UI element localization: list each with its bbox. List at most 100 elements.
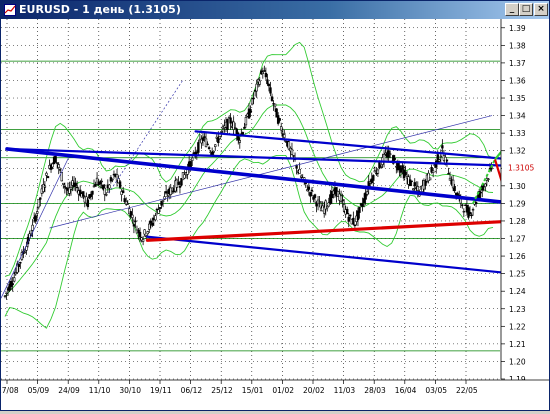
- title-bar[interactable]: EURUSD - 1 день (1.3105) _ □ ×: [1, 1, 549, 19]
- candle-body: [358, 206, 361, 213]
- price-axis-label: 1.26: [509, 252, 526, 261]
- candle-body: [365, 191, 369, 195]
- candle-body: [413, 182, 416, 187]
- candle-body: [266, 79, 269, 85]
- candle-body: [148, 223, 151, 230]
- candle-body: [283, 134, 286, 138]
- candle-body: [164, 191, 168, 194]
- candle-body: [439, 155, 443, 158]
- candle-body: [401, 165, 404, 170]
- candle-body: [292, 155, 295, 157]
- candle-body: [14, 272, 17, 275]
- candle-body: [487, 178, 490, 180]
- candle-body: [470, 214, 473, 217]
- chart-area[interactable]: +4%+2%-2%-4%1.391.381.371.361.351.341.33…: [0, 19, 550, 410]
- candle-body: [118, 181, 122, 188]
- candle-body: [43, 185, 47, 188]
- candle-body: [34, 215, 37, 222]
- candle-body: [46, 176, 50, 179]
- candle-body: [376, 169, 380, 174]
- candle-body: [249, 109, 252, 113]
- candle-body: [278, 118, 281, 121]
- candle-body: [471, 209, 475, 211]
- price-axis-label: 1.38: [509, 41, 526, 50]
- candle-body: [141, 239, 145, 242]
- price-axis-label: 1.33: [509, 129, 526, 138]
- candle-body: [416, 186, 420, 191]
- candle-body: [346, 208, 349, 215]
- price-axis-label: 1.32: [509, 147, 526, 156]
- candle-body: [197, 142, 200, 153]
- candle-body: [105, 194, 108, 196]
- candle-body: [214, 144, 217, 147]
- chart-window[interactable]: EURUSD - 1 день (1.3105) _ □ × +4%+2%-2%…: [0, 0, 550, 411]
- candle-body: [59, 169, 62, 171]
- candle-body: [468, 211, 472, 215]
- candle-body: [201, 137, 205, 141]
- candle-body: [428, 177, 432, 181]
- price-axis-label: 1.22: [509, 322, 526, 331]
- candle-body: [69, 186, 73, 190]
- candle-body: [264, 72, 268, 78]
- price-axis-label: 1.20: [509, 357, 526, 366]
- candle-body: [306, 189, 309, 192]
- candle-body: [131, 214, 134, 218]
- candle-body: [252, 97, 255, 100]
- candle-body: [353, 224, 357, 227]
- candle-body: [191, 157, 194, 161]
- price-axis-label: 1.29: [509, 199, 526, 208]
- candle-body: [258, 80, 261, 85]
- candle-body: [39, 197, 42, 200]
- price-axis-label: 1.35: [509, 94, 526, 103]
- candle-body: [154, 215, 157, 221]
- candle-body: [461, 204, 464, 206]
- candle-body: [313, 194, 317, 198]
- candle-body: [100, 180, 103, 183]
- candle-body: [453, 186, 456, 192]
- window-title: EURUSD - 1 день (1.3105): [19, 3, 181, 16]
- candle-body: [408, 179, 412, 187]
- candle-body: [207, 147, 211, 149]
- time-axis-label: 22/05: [456, 386, 478, 395]
- price-axis-label: 1.39: [509, 24, 526, 33]
- candle-body: [270, 96, 274, 101]
- maximize-button[interactable]: □: [519, 3, 533, 16]
- candle-body: [11, 283, 14, 286]
- candle-body: [178, 185, 182, 188]
- time-axis-label: 24/09: [58, 386, 80, 395]
- candle-body: [31, 224, 34, 231]
- candle-body: [143, 229, 146, 235]
- candle-body: [462, 210, 466, 213]
- candle-body: [373, 170, 377, 173]
- candle-body: [255, 83, 258, 92]
- candle-body: [146, 231, 149, 235]
- candle-body: [91, 190, 94, 195]
- candle-body: [410, 180, 413, 183]
- candle-body: [238, 140, 241, 143]
- candle-body: [290, 148, 294, 155]
- candle-body: [261, 71, 265, 75]
- candle-body: [220, 131, 223, 133]
- minimize-button[interactable]: _: [505, 3, 519, 16]
- close-button[interactable]: ×: [534, 3, 548, 16]
- candle-body: [138, 231, 142, 238]
- candle-body: [326, 206, 329, 209]
- candle-body: [229, 117, 232, 124]
- candle-body: [280, 126, 283, 131]
- candle-body: [54, 156, 57, 163]
- candle-body: [445, 159, 449, 162]
- candle-body: [212, 151, 215, 153]
- candle-body: [206, 143, 209, 146]
- candle-body: [134, 220, 137, 223]
- time-axis-label: 03/05: [425, 386, 447, 395]
- candle-body: [13, 277, 16, 282]
- price-axis-label: 1.37: [509, 59, 526, 68]
- candle-body: [74, 182, 77, 187]
- candle-body: [57, 164, 60, 168]
- price-axis-label: 1.36: [509, 76, 526, 85]
- candle-body: [132, 224, 136, 227]
- price-chart[interactable]: +4%+2%-2%-4%1.391.381.371.361.351.341.33…: [0, 19, 550, 410]
- candle-body: [111, 178, 114, 181]
- candle-body: [341, 199, 344, 202]
- candle-body: [203, 136, 206, 138]
